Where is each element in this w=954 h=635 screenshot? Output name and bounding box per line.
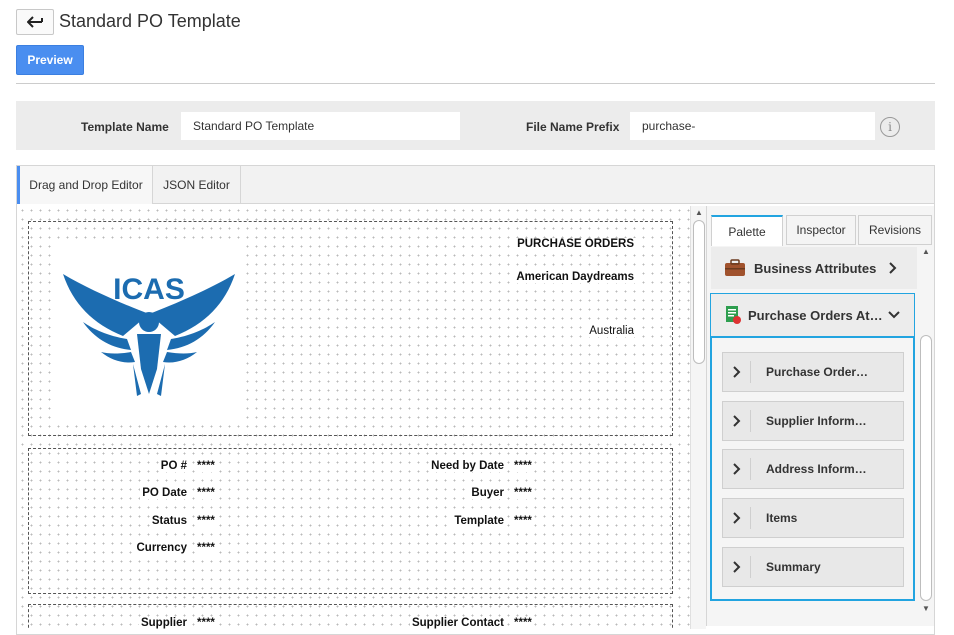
- field-label-template: Template: [452, 515, 506, 527]
- document-title[interactable]: PURCHASE ORDERS: [515, 238, 636, 250]
- chevron-right-icon: [723, 556, 751, 578]
- field-value-need-by-date[interactable]: ****: [512, 460, 534, 472]
- scroll-up-icon[interactable]: ▲: [691, 208, 707, 217]
- scroll-up-icon[interactable]: ▲: [919, 247, 933, 256]
- file-name-prefix-label: File Name Prefix: [526, 120, 620, 134]
- field-label-currency: Currency: [134, 542, 189, 554]
- palette-item-address-information[interactable]: Address Inform…: [722, 449, 904, 489]
- palette-scroll-thumb[interactable]: [920, 335, 932, 601]
- field-value-currency[interactable]: ****: [195, 542, 217, 554]
- palette-item-label: Summary: [766, 560, 821, 574]
- field-value-supplier[interactable]: ****: [195, 617, 217, 629]
- info-icon[interactable]: i: [880, 117, 900, 137]
- back-arrow-icon: [27, 16, 43, 28]
- field-value-template[interactable]: ****: [512, 515, 534, 527]
- chevron-right-icon: [723, 410, 751, 432]
- field-label-buyer: Buyer: [469, 487, 506, 499]
- canvas-scrollbar[interactable]: ▲: [690, 206, 706, 629]
- company-country[interactable]: Australia: [587, 325, 636, 337]
- palette-item-purchase-order[interactable]: Purchase Order…: [722, 352, 904, 392]
- canvas-scroll-thumb[interactable]: [693, 220, 705, 364]
- palette-item-label: Purchase Order…: [766, 365, 869, 379]
- divider: [16, 83, 935, 84]
- po-details-section[interactable]: PO # **** PO Date **** Status **** Curre…: [28, 448, 673, 594]
- chevron-right-icon: [723, 458, 751, 480]
- document-icon: [726, 306, 741, 324]
- chevron-right-icon: [723, 507, 751, 529]
- field-label-po-number: PO #: [158, 460, 189, 472]
- field-label-po-date: PO Date: [140, 487, 189, 499]
- scroll-down-icon[interactable]: ▼: [919, 604, 933, 613]
- tab-drag-and-drop-editor[interactable]: Drag and Drop Editor: [17, 166, 153, 204]
- field-value-buyer[interactable]: ****: [512, 487, 534, 499]
- palette-scrollbar[interactable]: ▲ ▼: [919, 247, 933, 616]
- field-label-need-by-date: Need by Date: [429, 460, 506, 472]
- preview-button[interactable]: Preview: [16, 45, 84, 75]
- supplier-section[interactable]: Supplier **** Supplier Contact ****: [28, 604, 673, 629]
- palette-item-summary[interactable]: Summary: [722, 547, 904, 587]
- company-logo[interactable]: ICAS: [53, 244, 246, 419]
- template-name-input[interactable]: Standard PO Template: [181, 112, 460, 140]
- palette-item-items[interactable]: Items: [722, 498, 904, 538]
- chevron-down-icon: [887, 311, 900, 319]
- field-value-po-date[interactable]: ****: [195, 487, 217, 499]
- field-label-supplier: Supplier: [138, 617, 189, 629]
- purchase-orders-attributes-label: Purchase Orders At…: [748, 307, 883, 323]
- business-attributes-group[interactable]: Business Attributes: [711, 247, 917, 289]
- tab-json-editor[interactable]: JSON Editor: [153, 166, 241, 204]
- field-value-status[interactable]: ****: [195, 515, 217, 527]
- chevron-right-icon: [889, 262, 897, 274]
- template-name-label: Template Name: [81, 120, 169, 134]
- eagle-logo-icon: ICAS: [63, 273, 235, 396]
- business-attributes-label: Business Attributes: [754, 260, 877, 276]
- design-canvas[interactable]: ICAS PURCHASE ORDERS American Daydreams …: [18, 206, 690, 629]
- company-name[interactable]: American Daydreams: [514, 271, 636, 283]
- page-title: Standard PO Template: [59, 11, 241, 31]
- file-name-prefix-input[interactable]: purchase-: [630, 112, 875, 140]
- purchase-orders-attributes-header[interactable]: Purchase Orders At…: [711, 294, 914, 338]
- header-section[interactable]: ICAS PURCHASE ORDERS American Daydreams …: [28, 221, 673, 436]
- tab-revisions[interactable]: Revisions: [858, 215, 932, 245]
- palette-item-label: Address Inform…: [766, 462, 867, 476]
- palette-item-label: Items: [766, 511, 798, 525]
- field-value-supplier-contact[interactable]: ****: [512, 617, 534, 629]
- chevron-right-icon: [723, 361, 751, 383]
- tab-inspector[interactable]: Inspector: [786, 215, 856, 245]
- field-value-po-number[interactable]: ****: [195, 460, 217, 472]
- field-label-supplier-contact: Supplier Contact: [409, 617, 506, 629]
- tab-palette[interactable]: Palette: [711, 215, 783, 246]
- briefcase-icon: [725, 259, 745, 276]
- palette-item-label: Supplier Inform…: [766, 414, 867, 428]
- field-label-status: Status: [149, 515, 189, 527]
- palette-item-supplier-information[interactable]: Supplier Inform…: [722, 401, 904, 441]
- back-button[interactable]: [16, 9, 54, 35]
- logo-wordmark: ICAS: [113, 273, 185, 306]
